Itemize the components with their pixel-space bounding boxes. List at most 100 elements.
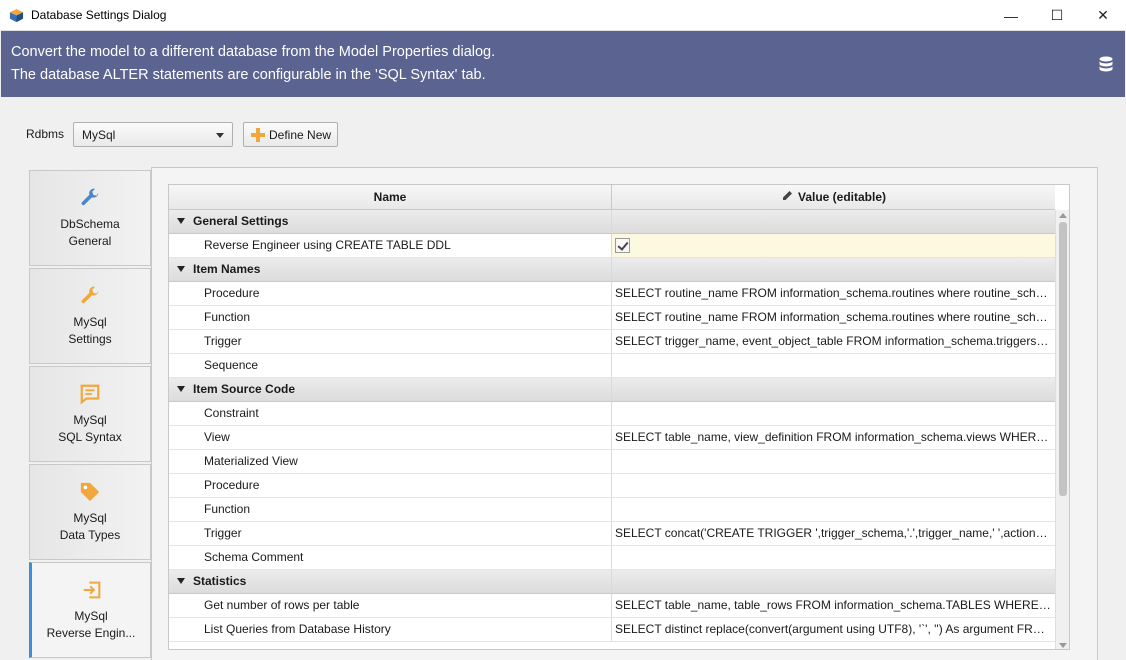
vertical-scrollbar[interactable] (1055, 210, 1069, 649)
table-row[interactable]: Constraint (169, 402, 1055, 426)
row-value-cell[interactable]: SELECT distinct replace(convert(argument… (612, 618, 1055, 641)
scroll-down-arrow-icon[interactable] (1059, 643, 1067, 648)
table-row[interactable]: View SELECT table_name, view_definition F… (169, 426, 1055, 450)
row-value-cell[interactable] (612, 474, 1055, 497)
sidebar-item-line-2: SQL Syntax (58, 430, 122, 444)
checkbox[interactable] (615, 238, 630, 253)
row-value-cell[interactable]: SELECT table_name, table_rows FROM infor… (612, 594, 1055, 617)
table-row[interactable]: Schema Comment (169, 546, 1055, 570)
row-name-cell: Procedure (169, 282, 612, 305)
sidebar-item-line-1: MySql (74, 609, 108, 623)
sidebar-item-line-2: General (68, 234, 112, 248)
row-name-cell: Statistics (169, 570, 612, 593)
column-header-value-label: Value (editable) (797, 190, 887, 204)
row-name-cell: Item Names (169, 258, 612, 281)
settings-sidebar: DbSchema General MySql Settings MySql SQ… (29, 170, 151, 660)
define-new-button[interactable]: Define New (243, 122, 338, 147)
row-name-text: Function (204, 310, 251, 324)
row-name-cell: Get number of rows per table (169, 594, 612, 617)
row-name-cell: Sequence (169, 354, 612, 377)
row-value-text: SELECT trigger_name, event_object_table … (615, 334, 1055, 348)
row-name-text: Procedure (204, 286, 260, 300)
row-name-cell: Function (169, 498, 612, 521)
scroll-thumb[interactable] (1059, 222, 1067, 496)
row-name-cell: List Queries from Database History (169, 618, 612, 641)
tag-icon (80, 482, 100, 502)
close-button[interactable]: ✕ (1080, 0, 1126, 31)
sidebar-item-mysql-sql-syntax[interactable]: MySql SQL Syntax (29, 366, 151, 462)
table-row[interactable]: Get number of rows per table SELECT table… (169, 594, 1055, 618)
row-name-text: Reverse Engineer using CREATE TABLE DDL (204, 238, 451, 252)
row-value-cell[interactable] (612, 546, 1055, 569)
expand-triangle-icon[interactable] (177, 266, 185, 272)
table-row[interactable]: Sequence (169, 354, 1055, 378)
row-name-cell: Constraint (169, 402, 612, 425)
row-value-text: SELECT routine_name FROM information_sch… (615, 310, 1055, 324)
expand-triangle-icon[interactable] (177, 218, 185, 224)
row-name-text: List Queries from Database History (204, 622, 391, 636)
table-row[interactable]: List Queries from Database History SELECT… (169, 618, 1055, 642)
row-name-text: Statistics (193, 574, 247, 588)
column-header-name[interactable]: Name (169, 185, 612, 210)
section-row[interactable]: Item Source Code (169, 378, 1055, 402)
scroll-up-arrow-icon[interactable] (1059, 213, 1067, 218)
expand-triangle-icon[interactable] (177, 386, 185, 392)
row-value-cell[interactable]: SELECT trigger_name, event_object_table … (612, 330, 1055, 353)
import-icon (83, 581, 101, 599)
app-logo-icon (9, 8, 24, 23)
row-value-cell[interactable] (612, 402, 1055, 425)
rdbms-selected-value: MySql (82, 128, 116, 142)
row-name-text: Item Names (193, 262, 261, 276)
row-name-text: Constraint (204, 406, 259, 420)
comment-icon (80, 384, 100, 405)
title-bar: Database Settings Dialog — ☐ ✕ (0, 0, 1126, 31)
row-name-cell: Reverse Engineer using CREATE TABLE DDL (169, 234, 612, 257)
sidebar-item-mysql-data-types[interactable]: MySql Data Types (29, 464, 151, 560)
row-name-cell: Schema Comment (169, 546, 612, 569)
row-value-cell[interactable] (612, 450, 1055, 473)
row-value-cell (612, 210, 1055, 233)
column-header-value[interactable]: Value (editable) (612, 185, 1055, 210)
row-value-cell (612, 258, 1055, 281)
row-value-cell[interactable]: SELECT concat('CREATE TRIGGER ',trigger_… (612, 522, 1055, 545)
row-value-cell[interactable]: SELECT routine_name FROM information_sch… (612, 306, 1055, 329)
table-row[interactable]: Trigger SELECT trigger_name, event_object… (169, 330, 1055, 354)
row-value-cell[interactable] (612, 234, 1055, 257)
row-name-text: View (204, 430, 230, 444)
settings-grid: Name Value (editable) General Settings Re… (168, 184, 1070, 650)
expand-triangle-icon[interactable] (177, 578, 185, 584)
plus-icon (251, 128, 265, 142)
table-row[interactable]: Materialized View (169, 450, 1055, 474)
row-value-cell[interactable] (612, 354, 1055, 377)
row-value-cell (612, 570, 1055, 593)
row-name-text: Sequence (204, 358, 259, 372)
table-row[interactable]: Function (169, 498, 1055, 522)
column-header-name-label: Name (373, 190, 407, 204)
row-name-text: Materialized View (204, 454, 298, 468)
sidebar-item-mysql-reverse-engineering[interactable]: MySql Reverse Engin... (29, 562, 151, 658)
row-value-cell[interactable] (612, 498, 1055, 521)
database-icon (1099, 56, 1113, 72)
table-row[interactable]: Procedure SELECT routine_name FROM inform… (169, 282, 1055, 306)
section-row[interactable]: Statistics (169, 570, 1055, 594)
rdbms-dropdown[interactable]: MySql (73, 122, 233, 147)
row-name-text: Function (204, 502, 251, 516)
minimize-button[interactable]: — (988, 0, 1034, 31)
table-row[interactable]: Function SELECT routine_name FROM informa… (169, 306, 1055, 330)
pencil-icon (782, 191, 792, 200)
table-row[interactable]: Trigger SELECT concat('CREATE TRIGGER ',t… (169, 522, 1055, 546)
maximize-button[interactable]: ☐ (1034, 0, 1080, 31)
row-value-text: SELECT table_name, table_rows FROM infor… (615, 598, 1055, 612)
sidebar-item-dbschema-general[interactable]: DbSchema General (29, 170, 151, 266)
row-value-text: SELECT concat('CREATE TRIGGER ',trigger_… (615, 526, 1055, 540)
sidebar-item-mysql-settings[interactable]: MySql Settings (29, 268, 151, 364)
section-row[interactable]: General Settings (169, 210, 1055, 234)
row-value-cell[interactable]: SELECT table_name, view_definition FROM … (612, 426, 1055, 449)
row-name-cell: View (169, 426, 612, 449)
section-row[interactable]: Item Names (169, 258, 1055, 282)
sidebar-item-line-1: MySql (73, 511, 107, 525)
row-value-text: SELECT routine_name FROM information_sch… (615, 286, 1055, 300)
row-value-cell[interactable]: SELECT routine_name FROM information_sch… (612, 282, 1055, 305)
table-row[interactable]: Procedure (169, 474, 1055, 498)
table-row[interactable]: Reverse Engineer using CREATE TABLE DDL (169, 234, 1055, 258)
